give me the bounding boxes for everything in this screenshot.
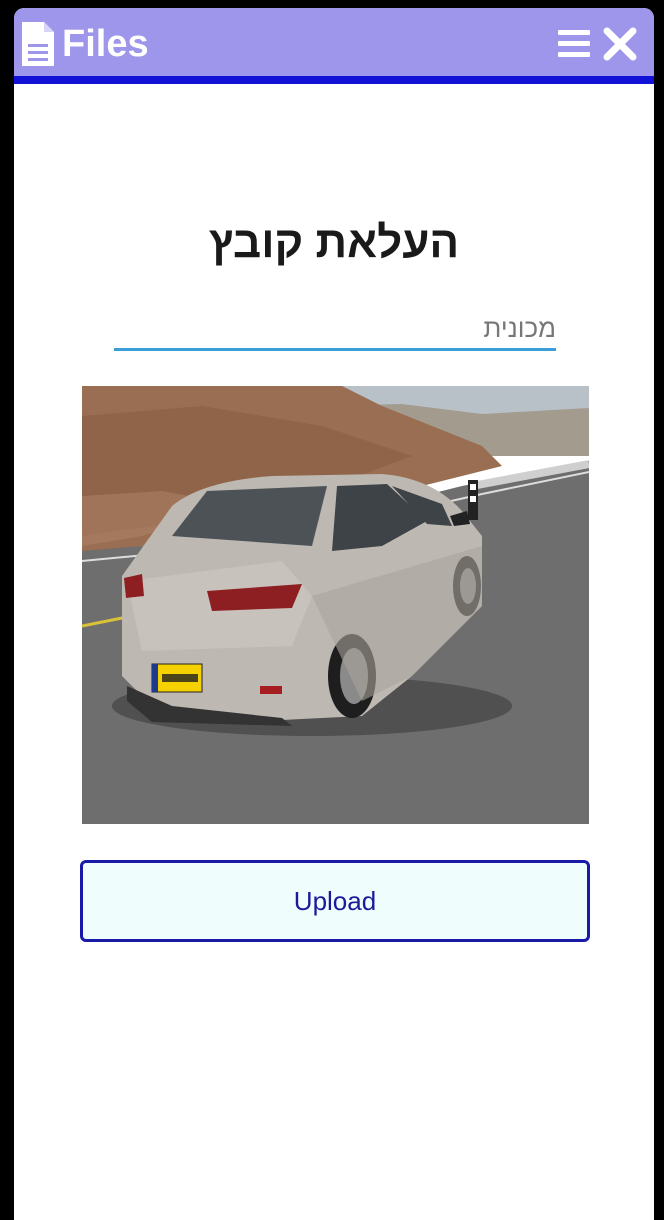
car-photo-illustration [82,386,589,824]
close-icon[interactable] [602,26,638,62]
document-icon [22,22,54,66]
app-title: Files [62,23,149,65]
app-window: Files העלאת קובץ מכונית Upload [14,8,654,1220]
upload-button[interactable]: Upload [80,860,590,942]
hamburger-menu-icon[interactable] [556,28,592,60]
uploaded-car-photo [82,386,589,824]
page-title: העלאת קובץ [208,218,460,267]
car-name-input[interactable] [114,308,556,351]
app-header: Files [14,8,654,84]
